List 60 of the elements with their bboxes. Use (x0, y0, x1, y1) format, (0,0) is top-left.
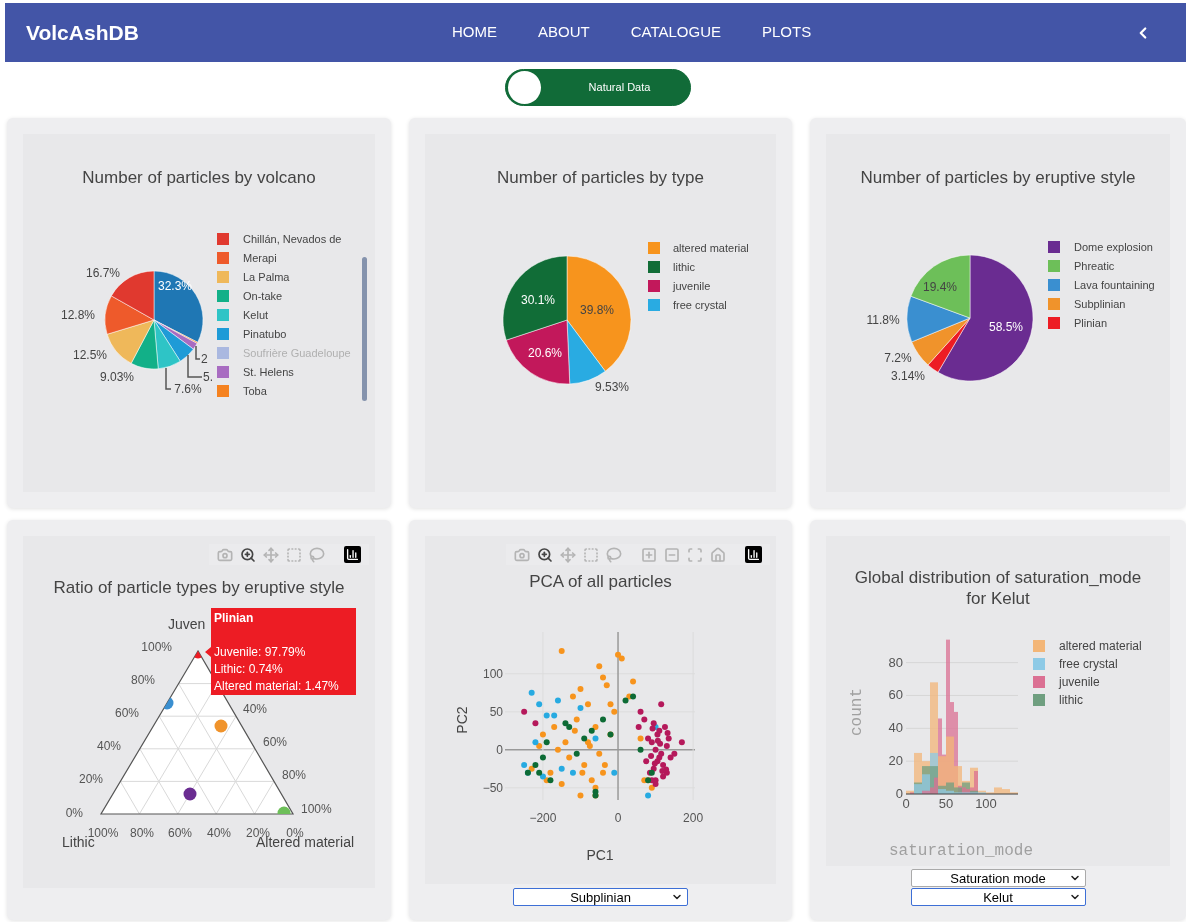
axis-title: count (848, 688, 866, 736)
slice-label: 7.6% (174, 382, 202, 396)
axis-tick-label: 0 (614, 811, 622, 825)
chart-title: Number of particles by eruptive style (860, 167, 1136, 189)
axis-title: PC1 (586, 847, 614, 863)
axis-tick-label: 0 (895, 786, 903, 801)
slice-label: 58.5% (989, 320, 1023, 334)
axis-tick-label: 60% (263, 735, 288, 749)
axis-tick-label: 40% (207, 826, 231, 840)
chart-title: Number of particles by volcano (82, 167, 316, 189)
axis-tick-label: 50 (489, 704, 503, 719)
slice-label: 3.14% (891, 369, 925, 383)
axis-tick-label: −50 (482, 780, 503, 795)
axis-tick-label: 80% (130, 826, 154, 840)
axis-tick-label: 0 (902, 796, 910, 811)
axis-title: Juven (168, 616, 206, 632)
axis-tick-label: 80 (888, 654, 903, 670)
slice-label: 9.53% (595, 380, 629, 394)
slice-label: 16.7% (86, 266, 120, 280)
axis-tick-label: 100% (301, 802, 332, 816)
tooltip-line: Lithic: 0.74% (214, 662, 283, 676)
axis-tick-label: 0 (496, 742, 503, 757)
axis-tick-label: 100% (141, 640, 172, 654)
slice-label: 12.8% (61, 308, 95, 322)
axis-tick-label: 50 (938, 796, 954, 811)
axis-tick-label: −200 (529, 811, 557, 825)
slice-label: 7.2% (884, 351, 912, 365)
axis-tick-label: 60% (114, 706, 139, 720)
axis-tick-label: 40% (243, 702, 268, 716)
axis-tick-label: 40% (96, 739, 121, 753)
chart-title: PCA of all particles (529, 571, 672, 593)
slice-label: 12.5% (73, 348, 107, 362)
axis-tick-label: 100 (482, 666, 503, 681)
chart-title: Global distribution of saturation_mode for Kelut (853, 567, 1143, 610)
slice-label: 9.03% (100, 370, 134, 384)
slice-label: 20.6% (528, 346, 562, 360)
axis-tick-label: 200 (683, 811, 704, 825)
slice-label: 32.3% (158, 279, 192, 293)
slice-label: 2 (201, 352, 208, 366)
axis-tick-label: 100 (975, 796, 997, 811)
tooltip-line: Altered material: 1.47% (214, 679, 339, 693)
slice-label: 5. (203, 370, 213, 384)
axis-tick-label: 60 (888, 687, 903, 703)
slice-label: 39.8% (580, 303, 614, 317)
axis-tick-label: 60% (168, 826, 192, 840)
chart-title: Number of particles by type (497, 167, 704, 189)
axis-tick-label: 80% (282, 768, 307, 782)
axis-tick-label: 40 (888, 720, 903, 736)
tooltip-title: Plinian (214, 611, 254, 625)
axis-tick-label: 20% (78, 772, 103, 786)
slice-label: 19.4% (923, 280, 957, 294)
chart-title: Ratio of particle types by eruptive style (53, 577, 345, 599)
slice-label: 30.1% (521, 293, 555, 307)
axis-title: saturation_mode (889, 842, 1033, 860)
axis-tick-label: 20 (888, 753, 903, 769)
axis-title: PC2 (454, 706, 470, 734)
axis-tick-label: 80% (130, 673, 155, 687)
axis-tick-label: 0% (65, 806, 83, 820)
slice-label: 11.8% (866, 313, 900, 327)
tooltip-line: Juvenile: 97.79% (214, 645, 306, 659)
